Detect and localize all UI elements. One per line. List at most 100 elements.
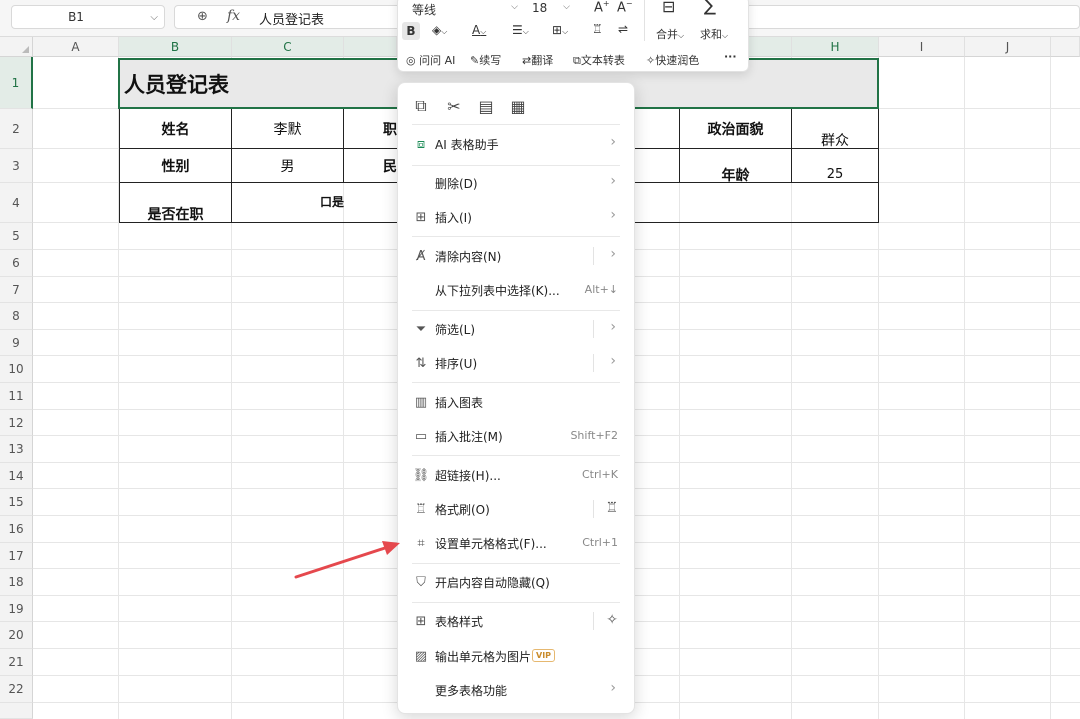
translate-button[interactable]: ⇄翻译 — [522, 52, 553, 68]
row-header-17[interactable]: 17 — [0, 543, 33, 569]
align-icon[interactable]: ☰⌵ — [512, 23, 529, 37]
continue-write-button[interactable]: ✎续写 — [470, 52, 501, 68]
menu-item-more-features[interactable]: 更多表格功能 › — [404, 675, 628, 705]
menu-item-filter[interactable]: ⏷ 筛选(L) › — [404, 314, 628, 344]
ask-ai-button[interactable]: ◎ 问问 AI — [406, 52, 455, 68]
col-header-b[interactable]: B — [119, 37, 232, 57]
font-color-icon[interactable]: A⌵ — [472, 23, 486, 37]
select-all-corner[interactable] — [0, 37, 33, 57]
bold-button[interactable]: B — [402, 22, 420, 40]
menu-item-format-painter[interactable]: ♖ 格式刷(O) ♖ — [404, 494, 628, 524]
row-header-10[interactable]: 10 — [0, 356, 33, 383]
decrease-font-icon[interactable]: A− — [617, 0, 633, 15]
row-header-2[interactable]: 2 — [0, 109, 33, 149]
formula-value[interactable]: 人员登记表 — [259, 9, 324, 28]
menu-item-delete[interactable]: 删除(D) › — [404, 168, 628, 198]
font-size-select[interactable]: 18 ⌵ — [526, 0, 574, 17]
row-header-14[interactable]: 14 — [0, 463, 33, 489]
age-label[interactable]: 年龄 — [680, 158, 791, 191]
row-header-18[interactable]: 18 — [0, 569, 33, 596]
fx-icon[interactable]: fx — [227, 8, 240, 24]
format-painter-icon[interactable]: ♖ — [592, 22, 603, 36]
row-header-6[interactable]: 6 — [0, 250, 33, 277]
menu-item-pick-from-list[interactable]: 从下拉列表中选择(K)... Alt+↓ — [404, 275, 628, 305]
menu-item-format-cells[interactable]: ⌗ 设置单元格格式(F)... Ctrl+1 — [404, 528, 628, 558]
more-icon[interactable]: ··· — [724, 50, 737, 63]
menu-item-ai-assistant[interactable]: ⧈ AI 表格助手 › — [404, 129, 628, 159]
menu-item-label: 插入图表 — [435, 396, 484, 410]
text-to-table-button[interactable]: ⧉文本转表 — [573, 52, 625, 68]
menu-item-table-style[interactable]: ⊞ 表格样式 ✧ — [404, 606, 628, 636]
row-header-15[interactable]: 15 — [0, 489, 33, 516]
pen-icon: ✎ — [470, 54, 480, 67]
row-header-3[interactable]: 3 — [0, 149, 33, 183]
row-header-22[interactable]: 22 — [0, 676, 33, 703]
col-header-g[interactable] — [749, 37, 792, 57]
font-name-select[interactable]: 等线 ⌵ — [406, 0, 522, 17]
menu-item-label: 从下拉列表中选择(K)... — [435, 284, 560, 298]
employed-option[interactable]: 口是 — [320, 188, 397, 214]
chevron-down-icon[interactable]: ⌵ — [150, 12, 158, 23]
row-header-7[interactable]: 7 — [0, 277, 33, 303]
gender-value[interactable]: 男 — [232, 149, 343, 182]
vip-badge: VIP — [532, 649, 556, 662]
format-painter-icon[interactable]: ♖ — [605, 500, 618, 516]
name-box[interactable]: B1 ⌵ — [11, 5, 165, 29]
menu-item-sort[interactable]: ⇅ 排序(U) › — [404, 348, 628, 378]
chevron-right-icon: › — [610, 207, 616, 223]
col-header-h[interactable]: H — [792, 37, 879, 57]
merge-icon[interactable]: ⊟ — [662, 0, 675, 16]
increase-font-icon[interactable]: A+ — [594, 0, 610, 15]
fill-color-icon[interactable]: ◈⌵ — [432, 23, 447, 37]
row-header-19[interactable]: 19 — [0, 596, 33, 622]
border-icon[interactable]: ⊞⌵ — [552, 23, 568, 37]
row-header-21[interactable]: 21 — [0, 649, 33, 676]
copy-icon[interactable]: ⧉ — [410, 95, 432, 117]
row-header-13[interactable]: 13 — [0, 436, 33, 463]
row-header-23[interactable] — [0, 703, 33, 719]
name-value[interactable]: 李默 — [232, 109, 343, 148]
col-header-j[interactable]: J — [965, 37, 1051, 57]
menu-item-hyperlink[interactable]: ⛓ 超链接(H)... Ctrl+K — [404, 460, 628, 490]
gender-label[interactable]: 性别 — [120, 149, 231, 182]
merge-button[interactable]: 合并⌵ — [656, 26, 684, 42]
row-header-20[interactable]: 20 — [0, 622, 33, 649]
col-header-i[interactable]: I — [879, 37, 965, 57]
name-label[interactable]: 姓名 — [120, 109, 231, 148]
col-header-d[interactable] — [344, 37, 397, 57]
age-value[interactable]: 25 — [792, 158, 878, 191]
row-header-1[interactable]: 1 — [0, 57, 33, 109]
col-header-c[interactable]: C — [232, 37, 344, 57]
employed-label[interactable]: 是否在职 — [120, 196, 231, 232]
col-header-k[interactable] — [1051, 37, 1080, 57]
row-header-9[interactable]: 9 — [0, 330, 33, 356]
row-header-4[interactable]: 4 — [0, 183, 33, 223]
chevron-right-icon: › — [610, 319, 616, 335]
quick-polish-button[interactable]: ✧快速润色 — [646, 52, 699, 68]
row-header-16[interactable]: 16 — [0, 516, 33, 543]
zoom-icon[interactable]: ⊕ — [197, 9, 208, 24]
menu-item-label: 设置单元格格式(F)... — [435, 537, 547, 551]
magic-wand-icon[interactable]: ✧ — [606, 612, 618, 628]
wrap-text-icon[interactable]: ⇌ — [618, 22, 628, 36]
menu-item-clear[interactable]: A̸ 清除内容(N) › — [404, 241, 628, 271]
row-header-12[interactable]: 12 — [0, 410, 33, 436]
menu-item-insert-comment[interactable]: ▭ 插入批注(M) Shift+F2 — [404, 421, 628, 451]
menu-item-insert-chart[interactable]: ▥ 插入图表 — [404, 387, 628, 417]
paste-icon[interactable]: ▤ — [475, 95, 497, 117]
position-label[interactable]: 职 — [344, 109, 397, 148]
menu-item-auto-hide[interactable]: ⛉ 开启内容自动隐藏(Q) — [404, 567, 628, 597]
menu-item-insert[interactable]: ⊞ 插入(I) › — [404, 202, 628, 232]
col-header-a[interactable]: A — [33, 37, 119, 57]
sum-button[interactable]: 求和⌵ — [700, 26, 728, 42]
cut-icon[interactable]: ✂ — [443, 95, 465, 117]
sum-icon[interactable]: ∑ — [704, 0, 716, 16]
political-label[interactable]: 政治面貌 — [680, 109, 791, 148]
row-header-5[interactable]: 5 — [0, 223, 33, 250]
political-value[interactable]: 群众 — [792, 120, 878, 159]
row-header-8[interactable]: 8 — [0, 303, 33, 330]
menu-item-export-image[interactable]: ▨ 输出单元格为图片 VIP — [404, 641, 628, 671]
paste-special-icon[interactable]: ▦ — [507, 95, 529, 117]
row-header-11[interactable]: 11 — [0, 383, 33, 410]
ethnic-label[interactable]: 民 — [344, 149, 397, 182]
